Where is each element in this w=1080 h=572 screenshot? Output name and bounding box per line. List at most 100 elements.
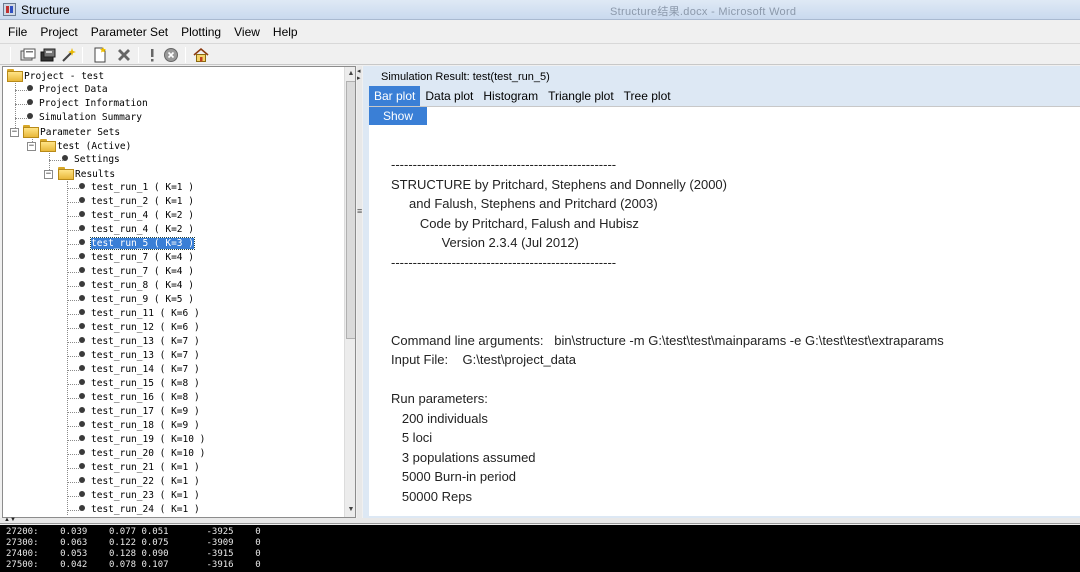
tree-connector [67,202,79,203]
home-icon[interactable] [192,46,210,64]
folder-icon [58,167,74,180]
tree-item-simulation-summary[interactable]: Simulation Summary [27,111,142,125]
tree-connector [67,440,79,441]
toolbar [0,43,1080,65]
splitter-grip-icon[interactable]: ≡ [357,206,362,216]
simulation-result-panel: Simulation Result: test(test_run_5) Bar … [363,66,1080,518]
tree-root-project[interactable]: Project - test [7,69,104,83]
tree-item-run[interactable]: test_run_18 ( K=9 ) [79,419,200,433]
bullet-icon [79,477,85,483]
bullet-icon [27,85,33,91]
bullet-icon [62,155,68,161]
menu-view[interactable]: View [226,22,265,42]
toolbar-separator [10,47,11,63]
new-project-icon[interactable] [19,46,37,64]
collapse-toggle[interactable]: − [44,170,53,179]
tree-item-run[interactable]: test_run_1 ( K=1 ) [79,181,194,195]
tree-scrollbar[interactable]: ▲ ▼ [344,67,355,517]
warning-icon[interactable] [143,46,161,64]
tree-connector [67,398,79,399]
tree-item-run[interactable]: test_run_13 ( K=7 ) [79,335,200,349]
tree-item-run[interactable]: test_run_13 ( K=7 ) [79,349,200,363]
tree-item-run[interactable]: test_run_16 ( K=8 ) [79,391,200,405]
tree-item-run[interactable]: test_run_22 ( K=1 ) [79,475,200,489]
tree-item-run[interactable]: test_run_7 ( K=4 ) [79,251,194,265]
collapse-toggle[interactable]: − [10,128,19,137]
tree-item-run[interactable]: test_run_11 ( K=6 ) [79,307,200,321]
toolbar-separator [82,47,83,63]
tree-item-run[interactable]: test_run_4 ( K=2 ) [79,209,194,223]
scroll-down-arrow-icon[interactable]: ▼ [345,504,355,516]
open-project-icon[interactable] [39,46,57,64]
tree-item-run[interactable]: test_run_15 ( K=8 ) [79,377,200,391]
output-line: Code by Pritchard, Falush and Hubisz [391,215,639,231]
tree-item-run[interactable]: test_run_7 ( K=4 ) [79,265,194,279]
menu-project[interactable]: Project [32,22,82,42]
bullet-icon [79,407,85,413]
tree-item-run[interactable]: test_run_14 ( K=7 ) [79,363,200,377]
bullet-icon [79,323,85,329]
bullet-icon [79,435,85,441]
tree-item-run[interactable]: test_run_21 ( K=1 ) [79,461,200,475]
output-line: Input File: G:\test\project_data [391,352,576,367]
tree-item-run[interactable]: test_run_4 ( K=2 ) [79,223,194,237]
new-document-icon[interactable] [91,46,109,64]
tree-item-run[interactable]: test_run_2 ( K=1 ) [79,195,194,209]
console-splitter[interactable]: ▲▼ [0,517,1080,524]
panel-splitter[interactable]: ◂ ▸ ≡ [357,66,362,518]
wizard-icon[interactable] [59,46,77,64]
tree-item-run[interactable]: test_run_17 ( K=9 ) [79,405,200,419]
tree-connector [67,482,79,483]
window-title: Structure [21,3,70,17]
menu-plotting[interactable]: Plotting [173,22,226,42]
toolbar-separator [185,47,186,63]
tree-item-run[interactable]: test_run_19 ( K=10 ) [79,433,205,447]
tree-item-run[interactable]: test_run_12 ( K=6 ) [79,321,200,335]
tree-item-results[interactable]: Results [58,167,115,181]
tree-item-run[interactable]: test_run_9 ( K=5 ) [79,293,194,307]
tree-item-run[interactable]: test_run_8 ( K=4 ) [79,279,194,293]
tree-item-project-information[interactable]: Project Information [27,97,148,111]
tab-data-plot[interactable]: Data plot [420,86,478,106]
tree-connector [67,216,79,217]
bullet-icon [27,113,33,119]
delete-icon[interactable] [115,46,133,64]
collapse-arrows-icon[interactable]: ◂ ▸ [357,68,361,82]
tab-histogram[interactable]: Histogram [478,86,543,106]
bullet-icon [79,449,85,455]
tree-connector [67,412,79,413]
tab-bar-plot[interactable]: Bar plot [369,86,421,106]
bullet-icon [79,309,85,315]
scroll-up-arrow-icon[interactable]: ▲ [345,68,355,80]
tree-item-parameter-sets[interactable]: Parameter Sets [23,125,120,139]
menu-file[interactable]: File [0,22,32,42]
tree-item-run[interactable]: test_run_5 ( K=3 ) [79,237,195,251]
output-line: Command line arguments: bin\structure -m… [391,332,944,348]
menu-parameter-set[interactable]: Parameter Set [83,22,173,42]
tree-item-test-active[interactable]: test (Active) [40,139,131,153]
console-line: 27300: 0.063 0.122 0.075 -3909 0 [6,538,261,548]
tab-triangle-plot[interactable]: Triangle plot [543,86,619,106]
show-button[interactable]: Show [369,107,427,125]
tree-item-run[interactable]: test_run_20 ( K=10 ) [79,447,205,461]
scrollbar-thumb[interactable] [346,81,355,339]
tree-item-run[interactable]: test_run_23 ( K=1 ) [79,489,200,503]
menu-help[interactable]: Help [265,22,303,42]
tree-connector [67,328,79,329]
folder-icon [7,69,23,82]
tab-tree-plot[interactable]: Tree plot [619,86,676,106]
bullet-icon [79,281,85,287]
tree-connector [67,314,79,315]
tree-connector [67,370,79,371]
tree-item-settings[interactable]: Settings [62,153,120,167]
tree-item-project-data[interactable]: Project Data [27,83,108,97]
tree-item-run[interactable]: test_run_24 ( K=1 ) [79,503,200,517]
output-line: 3 populations assumed [391,449,536,465]
output-line: 5000 Burn-in period [391,469,517,484]
bullet-icon [79,183,85,189]
tree-connector [67,286,79,287]
stop-icon[interactable] [162,46,180,64]
title-bar: Structure Structure结果.docx - Microsoft W… [0,0,1080,20]
collapse-arrows-icon[interactable]: ▲▼ [4,517,16,523]
collapse-toggle[interactable]: − [27,142,36,151]
